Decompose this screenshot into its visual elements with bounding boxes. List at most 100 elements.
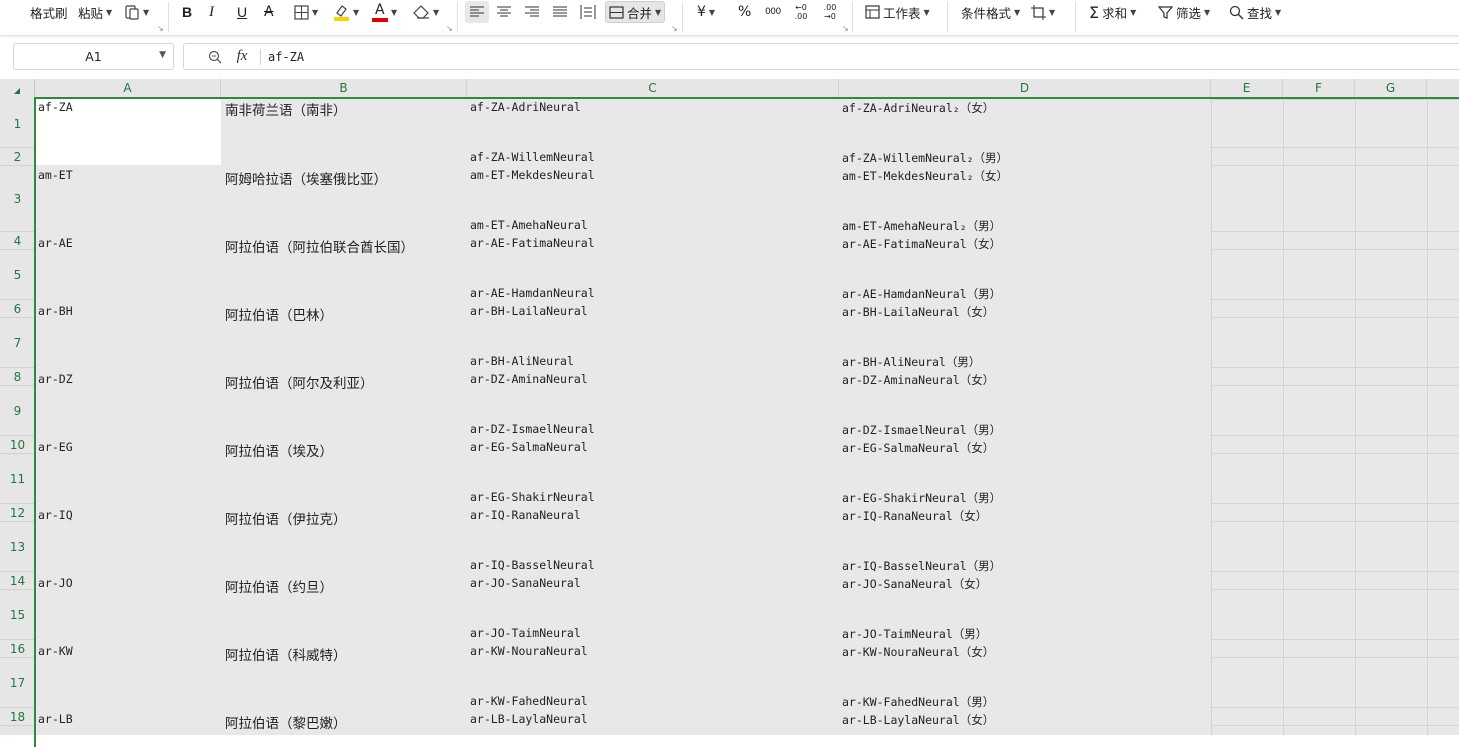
spreadsheet-grid[interactable]: ABCDEFG 1 2 3 4 5 6 7 8 9 10 11 12 13 14 15 16 17 18 af-Z… <box>0 79 1459 735</box>
cell-language-name: 阿拉伯语（约旦） <box>225 580 333 596</box>
dialog-launcher-icon[interactable]: ↘ <box>842 24 849 33</box>
chevron-down-icon: ▼ <box>923 7 930 17</box>
dialog-launcher-icon[interactable]: ↘ <box>157 24 164 33</box>
align-center-button[interactable] <box>497 0 511 24</box>
row-header-13[interactable]: 13 <box>0 522 35 572</box>
chevron-down-icon[interactable]: ▼ <box>159 50 166 60</box>
chevron-down-icon: ▼ <box>143 7 150 17</box>
select-all-button[interactable] <box>0 79 35 98</box>
toolbar-divider <box>852 2 853 32</box>
justify-button[interactable] <box>553 0 567 24</box>
font-color-icon: A <box>372 2 388 22</box>
row-header-10[interactable]: 10 <box>0 436 35 454</box>
worksheet-button[interactable]: 工作表 ▼ <box>865 0 930 24</box>
row-header-6[interactable]: 6 <box>0 300 35 318</box>
row-header-9[interactable]: 9 <box>0 386 35 436</box>
column-header-g[interactable]: G <box>1355 79 1427 98</box>
cell-locale-code: ar-BH <box>38 304 73 318</box>
formula-bar[interactable]: fx af-ZA <box>183 43 1459 70</box>
cell-voice-description: ar-KW-FahedNeural（男） <box>842 695 995 709</box>
sum-button[interactable]: Σ 求和 ▼ <box>1089 0 1136 24</box>
row-header-7[interactable]: 7 <box>0 318 35 368</box>
grid-line <box>1211 249 1459 250</box>
paste-options-button[interactable]: ▼ <box>124 0 149 24</box>
row-header-1[interactable]: 1 <box>0 100 35 148</box>
cell-locale-code: ar-JO <box>38 576 73 590</box>
strikethrough-button[interactable]: A <box>264 0 274 24</box>
decrease-decimal-button[interactable]: .00 →0 <box>822 0 838 24</box>
row-header-8[interactable]: 8 <box>0 368 35 386</box>
chevron-down-icon: ▼ <box>312 7 319 17</box>
cell-language-name: 阿拉伯语（黎巴嫩） <box>225 716 347 732</box>
increase-decimal-button[interactable]: ←0 .00 <box>793 0 809 24</box>
cell-voice-description: ar-AE-HamdanNeural（男） <box>842 287 1002 301</box>
dialog-launcher-icon[interactable]: ↘ <box>671 24 678 33</box>
grid-line <box>1211 453 1459 454</box>
align-right-button[interactable] <box>525 0 539 24</box>
toolbar-divider <box>457 2 458 32</box>
currency-button[interactable]: ¥ ▼ <box>697 0 715 24</box>
cell-locale-code: am-ET <box>38 168 73 182</box>
filter-button[interactable]: 筛选 ▼ <box>1158 0 1210 24</box>
cell-area[interactable]: af-ZA 南非荷兰语（南非） af-ZA-AdriNeural af-ZA-Adri… <box>35 98 1459 735</box>
align-left-button[interactable] <box>465 1 489 23</box>
column-header-b[interactable]: B <box>221 79 467 98</box>
row-header-16[interactable]: 16 <box>0 640 35 658</box>
row-header-3[interactable]: 3 <box>0 166 35 232</box>
cell-voice-name: ar-LB-LaylaNeural <box>470 712 588 726</box>
grid-line <box>1211 99 1459 100</box>
row-header-14[interactable]: 14 <box>0 572 35 590</box>
row-header-5[interactable]: 5 <box>0 250 35 300</box>
column-header-a[interactable]: A <box>35 79 221 98</box>
cell-voice-description: ar-BH-AliNeural（男） <box>842 355 981 369</box>
cell-voice-description: ar-DZ-IsmaelNeural（男） <box>842 423 1002 437</box>
cell-locale-code: ar-LB <box>38 712 73 726</box>
cell-voice-description: ar-IQ-BasselNeural（男） <box>842 559 1002 573</box>
row-header-2[interactable]: 2 <box>0 148 35 166</box>
column-header-f[interactable]: F <box>1283 79 1355 98</box>
chevron-down-icon: ▼ <box>1014 7 1021 17</box>
cell-voice-name: ar-AE-FatimaNeural <box>470 236 595 250</box>
conditional-format-button[interactable]: 条件格式 ▼ <box>961 0 1020 24</box>
cell-locale-code: ar-DZ <box>38 372 73 386</box>
highlighter-icon <box>333 3 350 21</box>
distributed-align-button[interactable] <box>580 0 596 24</box>
function-icon[interactable]: fx <box>230 48 254 65</box>
row-header-15[interactable]: 15 <box>0 590 35 640</box>
paste-button[interactable]: 粘贴 ▼ <box>78 0 112 24</box>
chevron-down-icon: ▼ <box>1049 7 1056 17</box>
merge-cells-button[interactable]: 合并 ▼ <box>605 1 666 23</box>
percent-button[interactable]: % <box>738 0 751 24</box>
dialog-launcher-icon[interactable]: ↘ <box>446 24 453 33</box>
cell-format-button[interactable]: ▼ <box>1031 0 1055 24</box>
thousands-separator-button[interactable]: 000 <box>765 0 781 24</box>
italic-button[interactable]: I <box>209 0 214 24</box>
cell-voice-description: ar-AE-FatimaNeural（女） <box>842 237 1002 251</box>
row-header-17[interactable]: 17 <box>0 658 35 708</box>
row-header-12[interactable]: 12 <box>0 504 35 522</box>
cell-voice-name: ar-IQ-RanaNeural <box>470 508 581 522</box>
ribbon-toolbar: 格式刷 粘贴 ▼ ▼ ↘ B I U A ▼ ▼ A ▼ ▼ ↘ 合并 ▼ ↘ ¥ ▼ … <box>0 0 1459 36</box>
cell-voice-name: ar-IQ-BasselNeural <box>470 558 595 572</box>
bold-button[interactable]: B <box>182 0 192 24</box>
fill-color-button[interactable]: ▼ <box>333 0 359 24</box>
cell-reference: A1 <box>85 49 102 64</box>
format-painter-button[interactable]: 格式刷 <box>30 0 68 24</box>
name-box[interactable]: A1 ▼ <box>13 43 174 70</box>
column-header-d[interactable]: D <box>839 79 1211 98</box>
chevron-down-icon: ▼ <box>353 7 360 17</box>
clear-format-button[interactable]: ▼ <box>413 0 439 24</box>
cell-locale-code: ar-AE <box>38 236 73 250</box>
formula-input[interactable]: af-ZA <box>268 50 304 64</box>
underline-button[interactable]: U <box>237 0 247 24</box>
row-header-18[interactable]: 18 <box>0 708 35 726</box>
zoom-icon[interactable] <box>200 50 230 64</box>
column-header-c[interactable]: C <box>467 79 839 98</box>
row-header-4[interactable]: 4 <box>0 232 35 250</box>
column-header-e[interactable]: E <box>1211 79 1283 98</box>
font-color-button[interactable]: A ▼ <box>372 0 397 24</box>
border-button[interactable]: ▼ <box>294 0 318 24</box>
find-button[interactable]: 查找 ▼ <box>1229 0 1281 24</box>
grid-line <box>1211 707 1459 708</box>
row-header-11[interactable]: 11 <box>0 454 35 504</box>
